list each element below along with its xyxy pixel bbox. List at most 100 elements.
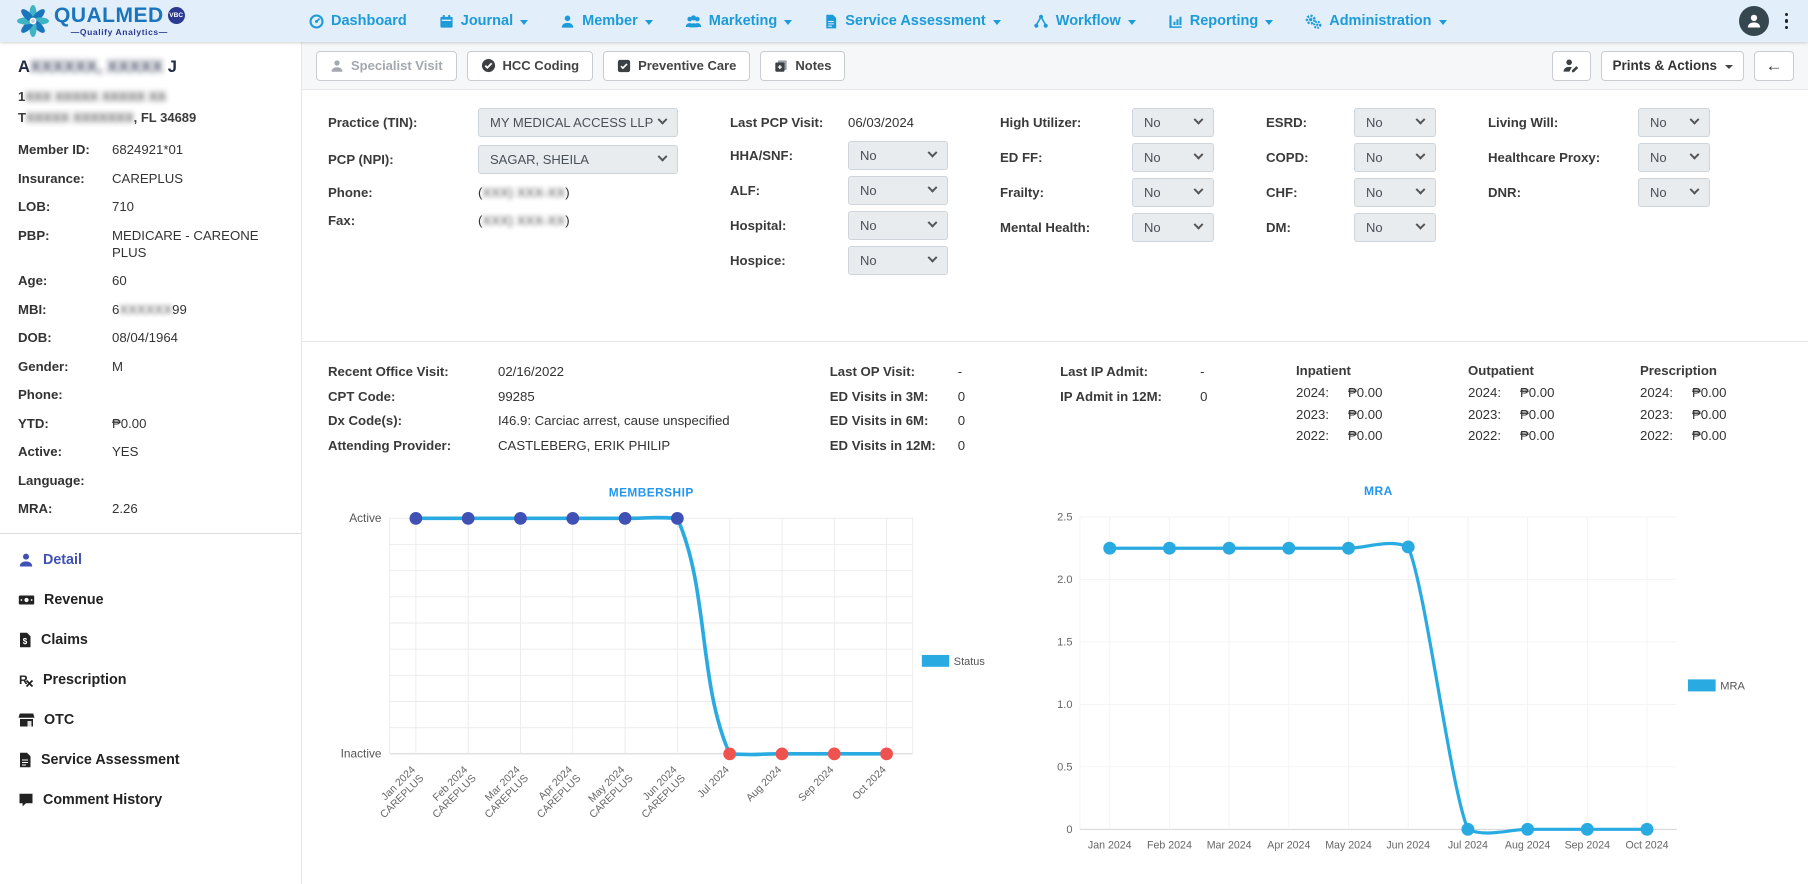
svg-text:2.5: 2.5: [1057, 512, 1072, 524]
svg-text:Aug 2024: Aug 2024: [745, 765, 785, 805]
hospice-row: Hospice: No: [730, 246, 948, 275]
sidebar-item-prescription[interactable]: R Prescription: [18, 660, 287, 700]
info-row-language: Language:: [18, 472, 287, 489]
high-utilizer-select[interactable]: No: [1132, 108, 1214, 137]
user-avatar[interactable]: [1739, 6, 1769, 36]
practice-label: Practice (TIN):: [328, 115, 478, 130]
tabs-toolbar: Specialist Visit HCC Coding Preventive C…: [302, 42, 1808, 90]
living-will-row: Living Will: No: [1488, 108, 1710, 137]
check-square-icon: [617, 59, 631, 73]
back-arrow-icon: ←: [1766, 56, 1783, 76]
svg-text:1.0: 1.0: [1057, 699, 1072, 711]
info-row-age: Age:60: [18, 272, 287, 289]
hha-snf-select[interactable]: No: [848, 141, 948, 170]
svg-text:Inactive: Inactive: [341, 746, 382, 760]
hospice-select[interactable]: No: [848, 246, 948, 275]
svg-text:Jun 2024CAREPLUS: Jun 2024CAREPLUS: [632, 764, 688, 820]
kebab-menu-icon[interactable]: [1781, 11, 1793, 32]
phone-label: Phone:: [328, 185, 478, 200]
cost-row: 2022:₱0.00: [1640, 428, 1782, 443]
nav-item-journal[interactable]: Journal: [439, 13, 528, 29]
chevron-down-icon: [1265, 20, 1273, 25]
sidebar-item-service-assessment[interactable]: Service Assessment: [18, 740, 287, 780]
tab-notes[interactable]: Notes: [760, 51, 845, 81]
nav-item-reporting[interactable]: Reporting: [1168, 13, 1273, 29]
chevron-down-icon: [645, 20, 653, 25]
svg-text:Mar 2024CAREPLUS: Mar 2024CAREPLUS: [475, 765, 531, 821]
ed-ff-select[interactable]: No: [1132, 143, 1214, 172]
svg-text:0.5: 0.5: [1057, 762, 1072, 774]
mental-health-row: Mental Health: No: [1000, 213, 1214, 242]
back-button[interactable]: ←: [1754, 51, 1794, 81]
chevron-down-icon: [1194, 115, 1204, 125]
nav-item-dashboard[interactable]: Dashboard: [309, 13, 407, 29]
cost-row: 2022:₱0.00: [1468, 428, 1610, 443]
living-will-select[interactable]: No: [1638, 108, 1710, 137]
sidebar-item-comment-history[interactable]: Comment History: [18, 780, 287, 820]
info-row-mra: MRA:2.26: [18, 500, 287, 517]
chevron-down-icon: [1194, 150, 1204, 160]
chf-row: CHF: No: [1266, 178, 1436, 207]
svg-text:Apr 2024CAREPLUS: Apr 2024CAREPLUS: [527, 765, 583, 821]
main-nav: Dashboard Journal Member Marketing Servi…: [309, 13, 1447, 29]
chevron-down-icon: [1690, 115, 1700, 125]
member-address: 1XXX XXXXX XXXXX XX TXXXXX XXXXXXX, FL 3…: [18, 86, 287, 128]
user-edit-icon: [1563, 58, 1580, 73]
nav-item-marketing[interactable]: Marketing: [685, 13, 793, 29]
prescription-header: Prescription: [1640, 363, 1782, 378]
dm-select[interactable]: No: [1354, 213, 1436, 242]
practice-select[interactable]: MY MEDICAL ACCESS LLP: [478, 108, 678, 137]
svg-text:Apr 2024: Apr 2024: [1267, 840, 1310, 852]
tab-label: Preventive Care: [638, 58, 736, 73]
ed-visits-3m-row: ED Visits in 3M:0: [830, 388, 1026, 405]
copd-select[interactable]: No: [1354, 143, 1436, 172]
dnr-select[interactable]: No: [1638, 178, 1710, 207]
nav-item-workflow[interactable]: Workflow: [1033, 13, 1136, 29]
tab-preventive-care[interactable]: Preventive Care: [603, 51, 750, 81]
dnr-row: DNR: No: [1488, 178, 1710, 207]
practice-row: Practice (TIN): MY MEDICAL ACCESS LLP: [328, 108, 678, 137]
mental-health-select[interactable]: No: [1132, 213, 1214, 242]
nav-item-administration[interactable]: Administration: [1305, 13, 1446, 29]
brand-tagline: —Qualify Analytics—: [54, 28, 185, 37]
tab-label: Notes: [795, 58, 831, 73]
fax-row: Fax: (XXX) XXX-XX): [328, 208, 678, 232]
person-icon: [560, 14, 575, 29]
tab-hcc-coding[interactable]: HCC Coding: [467, 51, 594, 81]
sidebar-item-label: Prescription: [43, 672, 126, 688]
frailty-select[interactable]: No: [1132, 178, 1214, 207]
prints-actions-button[interactable]: Prints & Actions: [1601, 51, 1744, 81]
hospital-select[interactable]: No: [848, 211, 948, 240]
sidebar-item-revenue[interactable]: Revenue: [18, 580, 287, 620]
chevron-down-icon: [1416, 220, 1426, 230]
alf-select[interactable]: No: [848, 176, 948, 205]
redacted-name: XXXXXX, XXXXX: [30, 58, 163, 76]
user-edit-button[interactable]: [1552, 51, 1591, 81]
chevron-down-icon: [928, 253, 938, 263]
tab-specialist-visit[interactable]: Specialist Visit: [316, 51, 457, 81]
svg-text:R: R: [19, 673, 28, 687]
sidebar-item-claims[interactable]: $ Claims: [18, 620, 287, 660]
form-col-visits: Last PCP Visit: 06/03/2024 HHA/SNF: No A…: [730, 108, 948, 341]
chf-select[interactable]: No: [1354, 178, 1436, 207]
healthcare-proxy-select[interactable]: No: [1638, 143, 1710, 172]
sidebar-item-otc[interactable]: OTC: [18, 700, 287, 740]
esrd-select[interactable]: No: [1354, 108, 1436, 137]
sidebar-item-detail[interactable]: Detail: [18, 540, 287, 580]
rx-icon: R: [18, 672, 34, 688]
cpt-code-row: CPT Code:99285: [328, 388, 796, 405]
svg-text:$: $: [23, 637, 28, 646]
ip-admit-12m-row: IP Admit in 12M:0: [1060, 388, 1262, 405]
alf-row: ALF: No: [730, 176, 948, 205]
pcp-value: SAGAR, SHEILA: [490, 152, 589, 167]
cost-row: 2024:₱0.00: [1468, 385, 1610, 400]
chevron-down-icon: [1690, 150, 1700, 160]
brand-logo[interactable]: QUALMED VBC —Qualify Analytics—: [16, 4, 301, 38]
nav-item-service-assessment[interactable]: Service Assessment: [824, 13, 1001, 29]
pcp-select[interactable]: SAGAR, SHEILA: [478, 145, 678, 174]
fax-label: Fax:: [328, 213, 478, 228]
nav-item-member[interactable]: Member: [560, 13, 653, 29]
person-icon: [18, 552, 34, 568]
nav-label: Workflow: [1056, 13, 1121, 29]
chevron-down-icon: [520, 20, 528, 25]
